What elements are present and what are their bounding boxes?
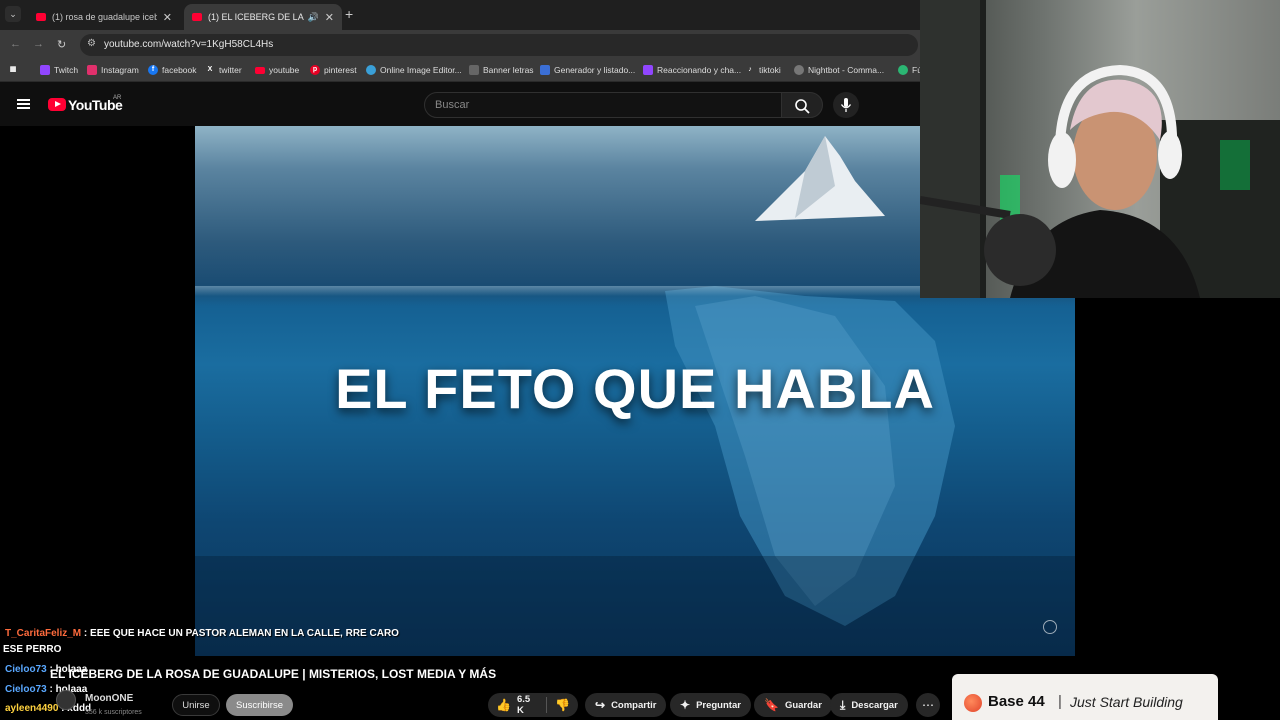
channel-name[interactable]: MoonONE [85, 693, 133, 704]
chat-message-continued: ESE PERRO [3, 644, 61, 655]
loading-spinner-icon [1043, 620, 1057, 634]
close-tab-icon[interactable]: ✕ [325, 11, 334, 24]
youtube-favicon-icon [192, 13, 202, 21]
apps-icon[interactable]: ▦ [8, 65, 22, 75]
chat-text: EEE QUE HACE UN PASTOR ALEMAN EN LA CALL… [90, 628, 399, 639]
chat-username: ayleen4490 [5, 703, 59, 714]
bookmark-instagram[interactable]: Instagram [87, 65, 139, 75]
video-title: EL ICEBERG DE LA ROSA DE GUADALUPE | MIS… [50, 667, 497, 681]
close-tab-icon[interactable]: ✕ [163, 11, 172, 24]
youtube-favicon-icon [36, 13, 46, 21]
search-button[interactable] [781, 92, 823, 118]
bookmark-banner-letras[interactable]: Banner letras [469, 65, 534, 75]
bookmark-twitch[interactable]: Twitch [40, 65, 78, 75]
generator-icon [540, 65, 550, 75]
like-icon[interactable]: 👍 [496, 698, 511, 712]
bookmark-tiktoki[interactable]: ♪ tiktoki [745, 65, 780, 75]
browser-tabstrip: ⌄ (1) rosa de guadalupe iceber - Y ✕ (1)… [0, 0, 920, 30]
sponsor-banner: Base 44 | Just Start Building [952, 674, 1218, 720]
image-editor-icon [366, 65, 376, 75]
address-bar[interactable]: ⚙ youtube.com/watch?v=1KgH58CL4Hs [80, 34, 918, 56]
site-settings-icon[interactable]: ⚙ [87, 38, 96, 49]
tab-rosa-de-guadalupe[interactable]: (1) rosa de guadalupe iceber - Y ✕ [28, 4, 180, 30]
subscribe-button[interactable]: Suscribirse [226, 694, 293, 716]
save-button[interactable]: 🔖 Guardar [754, 693, 832, 717]
search-icon [795, 99, 810, 114]
bookmark-reaccionando[interactable]: Reaccionando y cha... [643, 65, 741, 75]
base44-logo-icon [964, 694, 982, 712]
twitch-icon [40, 65, 50, 75]
like-dislike-group: 👍 6.5 K 👎 [488, 693, 578, 717]
ad-brand: Base 44 [988, 693, 1045, 710]
youtube-icon [255, 66, 265, 74]
download-button[interactable]: ⤓ Descargar [830, 693, 908, 717]
sparkle-icon: ✦ [680, 698, 691, 712]
bookmark-nightbot[interactable]: Nightbot - Comma... [794, 65, 884, 75]
ad-separator: | [1058, 693, 1062, 710]
ask-button[interactable]: ✦ Preguntar [670, 693, 751, 717]
youtube-header: YouTube AR [0, 82, 920, 126]
chat-username: Cieloo73 [5, 684, 47, 695]
channel-avatar[interactable] [56, 690, 76, 710]
chat-username: Cieloo73 [5, 664, 47, 675]
chat-message: T_CaritaFeliz_M : EEE QUE HACE UN PASTOR… [5, 628, 399, 639]
microphone-icon [840, 98, 852, 112]
instagram-icon [87, 65, 97, 75]
bookmark-icon: 🔖 [764, 698, 779, 712]
menu-icon[interactable] [17, 99, 30, 109]
reload-icon[interactable]: ↻ [57, 38, 66, 51]
ad-tagline: Just Start Building [1070, 694, 1183, 710]
chat-username: T_CaritaFeliz_M [5, 628, 82, 639]
bookmark-pinterest[interactable]: p pinterest [310, 65, 357, 75]
subscriber-count: 356 k suscriptores [85, 709, 142, 716]
pinterest-icon: p [310, 65, 320, 75]
banner-icon [469, 65, 479, 75]
country-code: AR [113, 95, 122, 101]
bookmark-image-editor[interactable]: Online Image Editor... [366, 65, 462, 75]
tab-title: (1) rosa de guadalupe iceber - Y [52, 12, 157, 22]
new-tab-button[interactable]: + [345, 6, 353, 22]
streamer-webcam [920, 0, 1280, 298]
voice-search-button[interactable] [833, 92, 859, 118]
audio-playing-icon[interactable]: 🔊 [308, 12, 319, 23]
download-icon: ⤓ [840, 697, 846, 712]
chat-message: Cieloo73 : holaaa [5, 684, 88, 695]
chat-message: ayleen4490 : xddd [5, 703, 91, 714]
tab-title: (1) EL ICEBERG DE LA ROSA [208, 12, 304, 22]
bookmarks-bar: ▦ Twitch Instagram f facebook Xtwitter yo… [0, 60, 922, 82]
join-button[interactable]: Unirse [172, 694, 220, 716]
bookmark-generador[interactable]: Generador y listado... [540, 65, 635, 75]
search-input[interactable] [425, 93, 781, 117]
share-button[interactable]: ↪ Compartir [585, 693, 667, 717]
like-count[interactable]: 6.5 K [517, 694, 538, 716]
forward-icon[interactable]: → [33, 38, 44, 50]
url-text: youtube.com/watch?v=1KgH58CL4Hs [104, 39, 274, 50]
tab-search-button[interactable]: ⌄ [5, 6, 21, 22]
youtube-logo-icon[interactable] [48, 98, 66, 111]
tab-iceberg[interactable]: (1) EL ICEBERG DE LA ROSA 🔊 ✕ [184, 4, 342, 30]
bookmark-youtube[interactable]: youtube [255, 65, 299, 75]
share-icon: ↪ [595, 698, 606, 712]
browser-toolbar: ← → ↻ ⚙ youtube.com/watch?v=1KgH58CL4Hs [0, 30, 920, 60]
back-icon[interactable]: ← [10, 38, 21, 50]
bookmark-fu[interactable]: Fú [898, 65, 922, 75]
x-icon: X [207, 66, 213, 73]
webcam-scene [920, 0, 1280, 298]
chat-text: ESE PERRO [3, 644, 62, 655]
bookmark-facebook[interactable]: f facebook [148, 65, 197, 75]
nightbot-icon [794, 65, 804, 75]
video-overlay-text: EL FETO QUE HABLA [335, 357, 935, 420]
dislike-icon[interactable]: 👎 [555, 698, 570, 712]
facebook-icon: f [148, 65, 158, 75]
search-box [424, 92, 782, 118]
tiktok-icon: ♪ [748, 66, 752, 73]
twitch-icon [643, 65, 653, 75]
bookmark-twitter[interactable]: Xtwitter [205, 65, 242, 75]
more-actions-button[interactable]: ⋯ [916, 693, 940, 717]
fu-icon [898, 65, 908, 75]
